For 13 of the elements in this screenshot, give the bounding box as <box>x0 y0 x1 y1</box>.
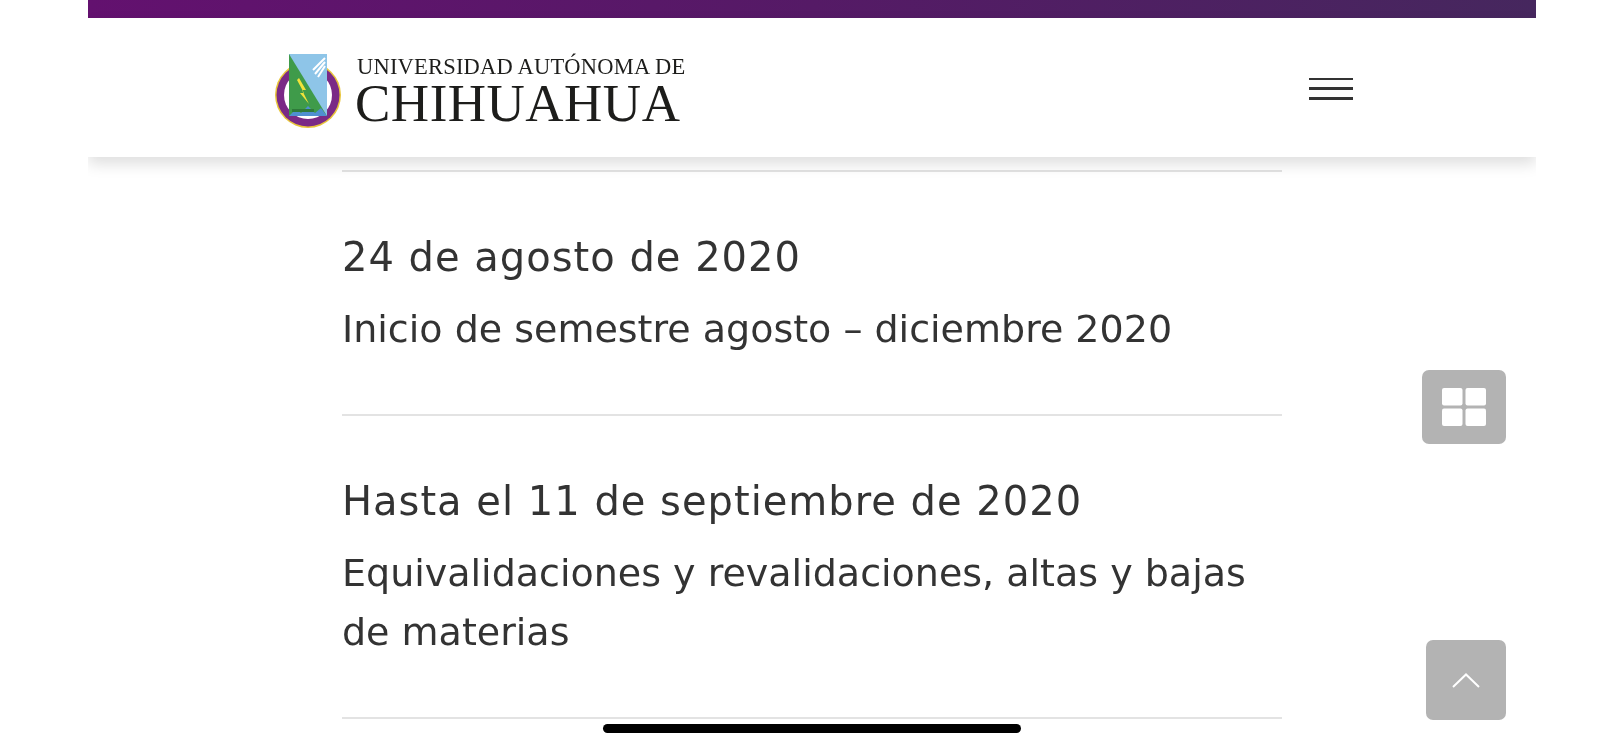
event-description: Inicio de semestre agosto – diciembre 2020 <box>342 306 1174 353</box>
menu-icon[interactable] <box>1309 77 1353 100</box>
chevron-up-icon <box>1452 672 1480 688</box>
grid-view-button[interactable] <box>1422 370 1506 444</box>
event-description: Equivalidaciones y revalidaciones, altas y bajas de materias <box>342 550 1247 656</box>
event-date: Hasta el 11 de septiembre de 2020 <box>342 477 1084 525</box>
logo-university-name: UNIVERSIDAD AUTÓNOMA DE <box>356 54 686 79</box>
event-date: 24 de agosto de 2020 <box>342 233 802 281</box>
university-emblem-icon <box>273 51 343 130</box>
scroll-to-top-button[interactable] <box>1426 640 1506 720</box>
grid-icon <box>1442 388 1486 426</box>
logo-city-name: CHIHUAHUA <box>355 78 681 127</box>
university-logo-link[interactable]: UNIVERSIDAD AUTÓNOMA DE CHIHUAHUA <box>273 51 686 130</box>
